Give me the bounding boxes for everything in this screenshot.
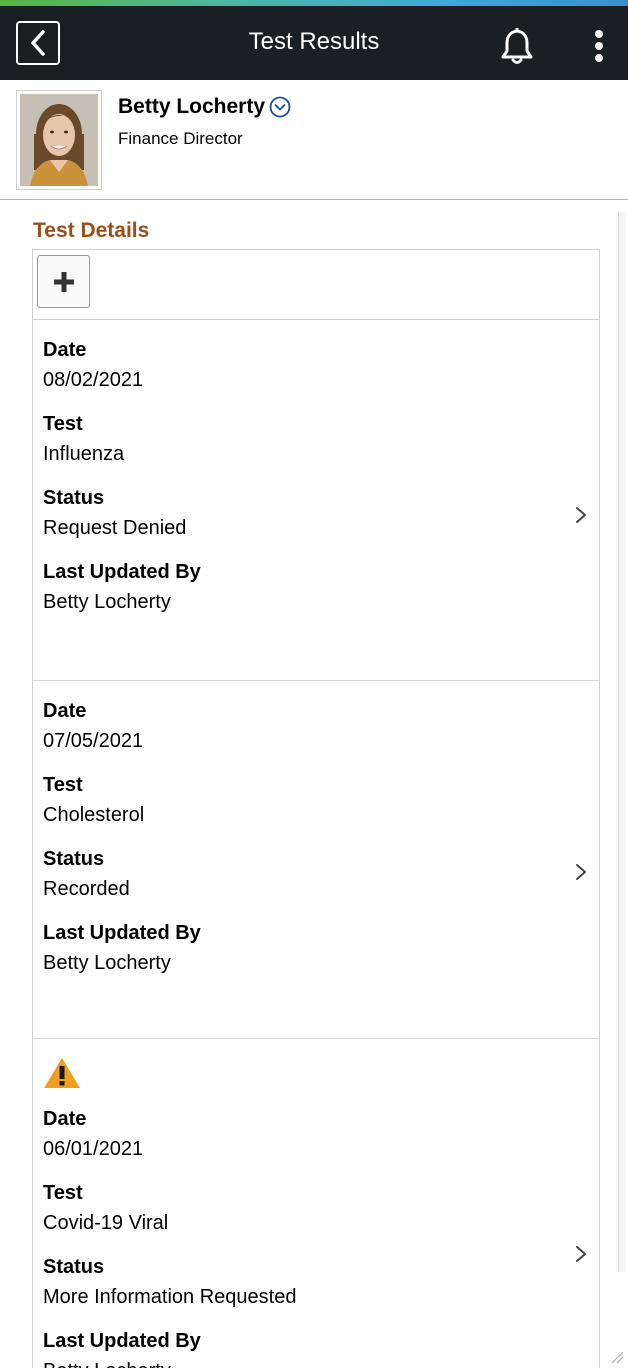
test-label: Test <box>43 1182 83 1204</box>
date-value: 06/01/2021 <box>43 1138 144 1160</box>
chevron-down-circle-icon[interactable] <box>269 96 291 118</box>
date-label: Date <box>43 700 87 722</box>
resize-grip-icon[interactable] <box>606 1346 624 1364</box>
updated-by-value: Betty Locherty <box>43 952 171 974</box>
notifications-button[interactable] <box>497 24 537 68</box>
updated-by-label: Last Updated By <box>43 922 201 944</box>
employee-banner: Betty Locherty Finance Director <box>0 80 628 200</box>
test-result-row[interactable]: Date 07/05/2021 Test Cholesterol Status … <box>33 699 599 1039</box>
test-value: Cholesterol <box>43 804 145 826</box>
date-value: 08/02/2021 <box>43 369 144 391</box>
employee-job-title: Finance Director <box>118 129 243 148</box>
status-value: Recorded <box>43 878 130 900</box>
actions-menu-button[interactable] <box>585 24 613 68</box>
scrollbar[interactable] <box>618 212 626 1272</box>
add-row-button[interactable] <box>37 255 90 308</box>
bell-icon <box>501 27 533 64</box>
status-label: Status <box>43 848 105 870</box>
updated-by-label: Last Updated By <box>43 1330 201 1352</box>
test-result-row[interactable]: Date 08/02/2021 Test Influenza Status Re… <box>33 338 599 681</box>
chevron-right-icon[interactable] <box>573 506 589 524</box>
test-result-row[interactable]: Date 06/01/2021 Test Covid-19 Viral Stat… <box>33 1057 599 1368</box>
chevron-right-icon[interactable] <box>573 863 589 881</box>
top-bar: Test Results <box>0 6 628 80</box>
status-label: Status <box>43 1256 105 1278</box>
employee-name-label: Betty Locherty <box>118 95 266 118</box>
avatar <box>16 90 102 190</box>
employee-photo <box>20 94 98 186</box>
updated-by-value: Betty Locherty <box>43 591 171 613</box>
chevron-right-icon[interactable] <box>573 1245 589 1263</box>
more-vertical-icon <box>595 30 603 62</box>
updated-by-label: Last Updated By <box>43 561 201 583</box>
main-content: Test Details Date 08/02/2021 Test Influe… <box>0 201 628 1368</box>
date-label: Date <box>43 339 87 361</box>
test-label: Test <box>43 413 83 435</box>
grid-toolbar <box>33 250 599 320</box>
status-value: More Information Requested <box>43 1286 297 1308</box>
plus-icon <box>53 271 74 292</box>
status-value: Request Denied <box>43 517 187 539</box>
warning-icon <box>44 1058 80 1088</box>
date-label: Date <box>43 1108 87 1130</box>
employee-name[interactable]: Betty Locherty <box>118 95 291 119</box>
section-title: Test Details <box>33 219 150 242</box>
status-label: Status <box>43 487 105 509</box>
test-value: Covid-19 Viral <box>43 1212 169 1234</box>
test-results-grid: Date 08/02/2021 Test Influenza Status Re… <box>32 249 600 1368</box>
test-value: Influenza <box>43 443 125 465</box>
updated-by-value: Betty Locherty <box>43 1359 599 1368</box>
date-value: 07/05/2021 <box>43 730 144 752</box>
test-label: Test <box>43 774 83 796</box>
